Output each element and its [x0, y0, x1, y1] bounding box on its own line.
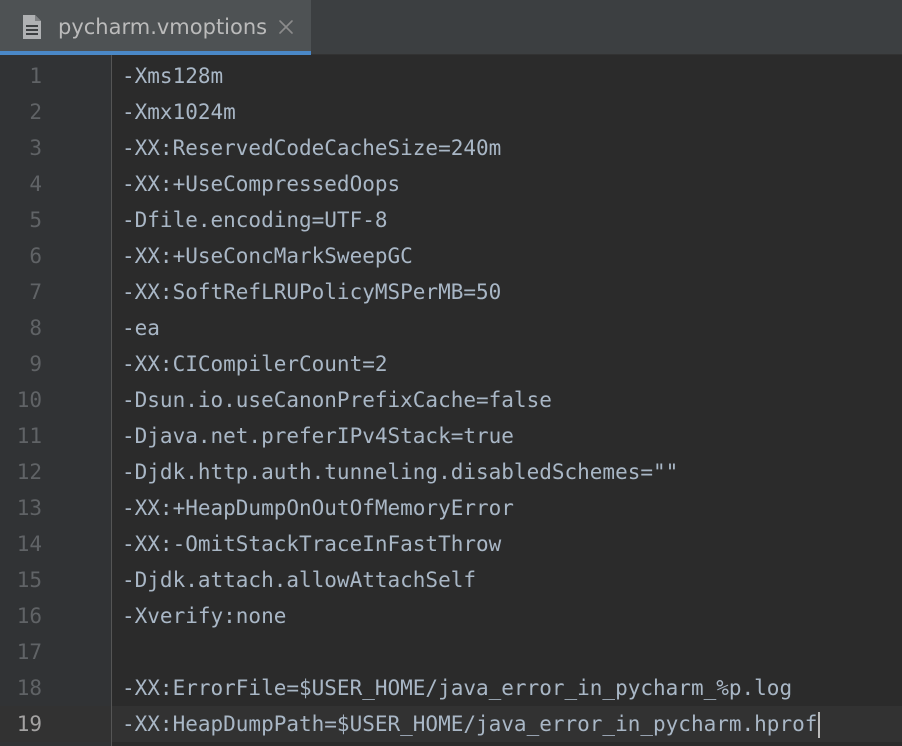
tab-pycharm-vmoptions[interactable]: pycharm.vmoptions	[0, 0, 311, 55]
line-number: 1	[29, 64, 42, 88]
line-number: 6	[29, 244, 42, 268]
code-line-text: -Xverify:none	[122, 604, 287, 628]
tab-filename: pycharm.vmoptions	[58, 15, 268, 39]
code-line-text: -Djava.net.preferIPv4Stack=true	[122, 424, 514, 448]
code-line[interactable]: -XX:CICompilerCount=2	[122, 346, 388, 382]
line-number: 7	[29, 280, 42, 304]
line-number: 4	[29, 172, 42, 196]
code-line-text: -XX:-OmitStackTraceInFastThrow	[122, 532, 502, 556]
code-line[interactable]: -XX:ErrorFile=$USER_HOME/java_error_in_p…	[122, 670, 792, 706]
code-line[interactable]: -XX:+UseConcMarkSweepGC	[122, 238, 413, 274]
code-line[interactable]: -Xms128m	[122, 58, 223, 94]
line-number: 10	[16, 388, 42, 412]
code-line-text: -XX:HeapDumpPath=$USER_HOME/java_error_i…	[122, 712, 818, 736]
code-line-text: -Dfile.encoding=UTF-8	[122, 208, 388, 232]
line-number: 8	[29, 316, 42, 340]
line-number: 2	[29, 100, 42, 124]
code-line-text: -Dsun.io.useCanonPrefixCache=false	[122, 388, 552, 412]
line-number: 16	[16, 604, 42, 628]
line-number-gutter: 1 2 3 4 5 6 7 8 9 10 11 12 13 14 15 16 17 18 19	[0, 55, 112, 746]
line-number: 5	[29, 208, 42, 232]
code-line-text: -XX:ReservedCodeCacheSize=240m	[122, 136, 502, 160]
code-line[interactable]: -XX:+HeapDumpOnOutOfMemoryError	[122, 490, 514, 526]
line-number: 9	[29, 352, 42, 376]
line-number: 12	[16, 460, 42, 484]
text-caret	[818, 712, 821, 738]
code-line-text: -XX:+HeapDumpOnOutOfMemoryError	[122, 496, 514, 520]
code-line[interactable]: -XX:+UseCompressedOops	[122, 166, 400, 202]
code-line-text: -XX:+UseConcMarkSweepGC	[122, 244, 413, 268]
code-line[interactable]: -XX:SoftRefLRUPolicyMSPerMB=50	[122, 274, 501, 310]
file-text-icon	[23, 15, 41, 39]
code-line[interactable]: -XX:HeapDumpPath=$USER_HOME/java_error_i…	[122, 706, 821, 742]
code-line-text: -Xmx1024m	[122, 100, 236, 124]
code-line-text: -XX:SoftRefLRUPolicyMSPerMB=50	[122, 280, 502, 304]
code-line-text: -ea	[122, 316, 160, 340]
code-line[interactable]: -Xverify:none	[122, 598, 286, 634]
code-line-text: -XX:+UseCompressedOops	[122, 172, 401, 196]
code-line[interactable]: -XX:-OmitStackTraceInFastThrow	[122, 526, 501, 562]
line-number: 15	[16, 568, 42, 592]
line-number: 17	[16, 640, 42, 664]
close-icon[interactable]	[277, 18, 295, 36]
code-line[interactable]: -XX:ReservedCodeCacheSize=240m	[122, 130, 501, 166]
line-number: 3	[29, 136, 42, 160]
code-editor[interactable]: -Xms128m -Xmx1024m -XX:ReservedCodeCacheSi…	[112, 55, 902, 746]
code-line[interactable]: -Djdk.attach.allowAttachSelf	[122, 562, 476, 598]
code-line[interactable]: -Djdk.http.auth.tunneling.disabledScheme…	[122, 454, 678, 490]
line-number: 18	[16, 676, 42, 700]
code-line-text: -XX:CICompilerCount=2	[122, 352, 388, 376]
code-line-text: -Djdk.http.auth.tunneling.disabledScheme…	[122, 460, 679, 484]
line-number: 19	[16, 712, 42, 736]
line-number: 14	[16, 532, 42, 556]
code-line[interactable]: -ea	[122, 310, 160, 346]
editor-tab-bar: pycharm.vmoptions	[0, 0, 902, 55]
line-number: 11	[16, 424, 42, 448]
editor-window: pycharm.vmoptions 1 2 3 4 5 6 7 8 9 10 11 12 13 14 15 1…	[0, 0, 902, 746]
code-line[interactable]: -Xmx1024m	[122, 94, 236, 130]
code-line-text: -Djdk.attach.allowAttachSelf	[122, 568, 477, 592]
line-number: 13	[16, 496, 42, 520]
code-line[interactable]: -Dsun.io.useCanonPrefixCache=false	[122, 382, 552, 418]
code-line-text: -Xms128m	[122, 64, 224, 88]
code-line[interactable]: -Djava.net.preferIPv4Stack=true	[122, 418, 514, 454]
code-line-text: -XX:ErrorFile=$USER_HOME/java_error_in_p…	[122, 676, 793, 700]
code-line[interactable]: -Dfile.encoding=UTF-8	[122, 202, 388, 238]
